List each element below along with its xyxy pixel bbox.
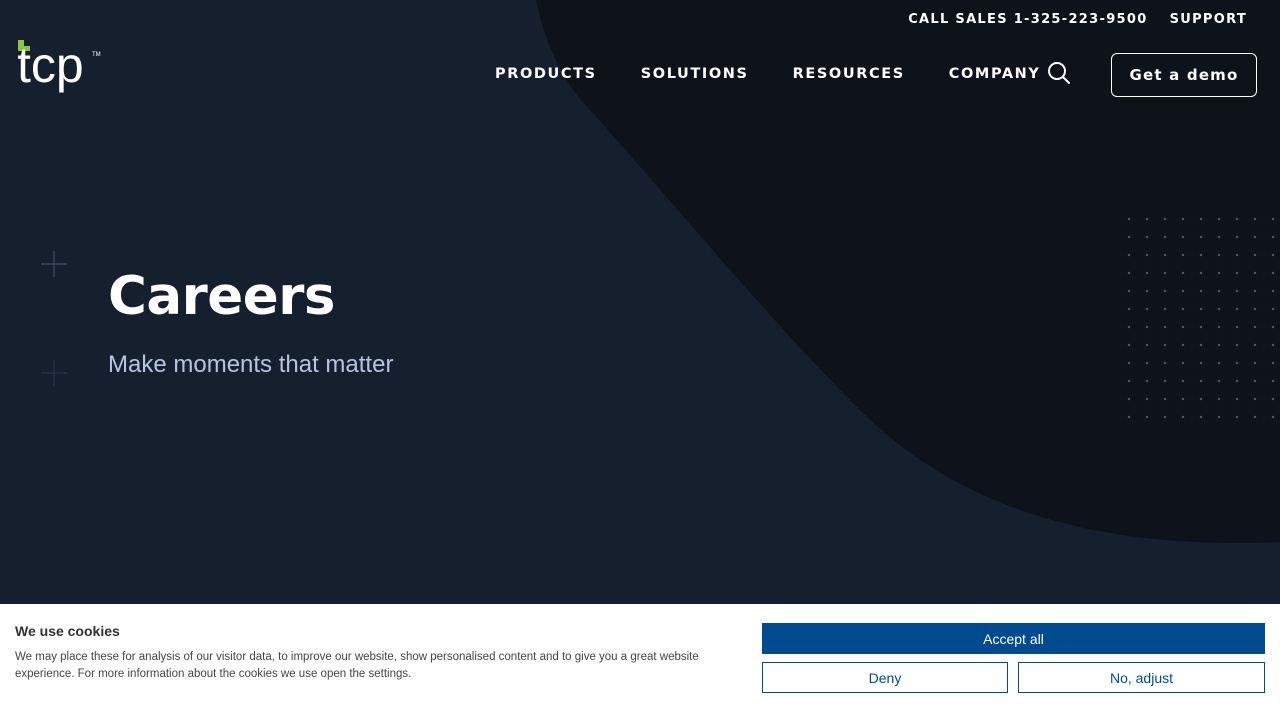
tcp-logo[interactable]: tcp TM xyxy=(18,40,108,100)
get-demo-button[interactable]: Get a demo xyxy=(1111,53,1257,97)
accept-all-button[interactable]: Accept all xyxy=(762,623,1265,654)
utility-nav: CALL SALES 1-325-223-9500 SUPPORT xyxy=(908,12,1247,27)
nav-item-solutions[interactable]: SOLUTIONS xyxy=(641,66,749,82)
nav-item-products[interactable]: PRODUCTS xyxy=(495,66,597,82)
cookie-banner: We use cookies We may place these for an… xyxy=(0,604,1280,720)
call-sales-link[interactable]: CALL SALES 1-325-223-9500 xyxy=(908,12,1147,27)
svg-text:tcp: tcp xyxy=(18,40,84,93)
nav-item-resources[interactable]: RESOURCES xyxy=(793,66,905,82)
page-title: Careers xyxy=(108,266,335,327)
search-icon[interactable] xyxy=(1046,60,1072,86)
svg-text:TM: TM xyxy=(92,52,101,58)
cookie-title: We use cookies xyxy=(15,623,120,639)
plus-decoration-icon xyxy=(41,360,67,386)
dot-grid-decoration xyxy=(1120,210,1280,432)
nav-item-company[interactable]: COMPANY xyxy=(949,66,1041,82)
support-link[interactable]: SUPPORT xyxy=(1170,12,1247,27)
deny-button[interactable]: Deny xyxy=(762,662,1008,693)
main-nav: PRODUCTS SOLUTIONS RESOURCES COMPANY xyxy=(495,66,1085,82)
page-subtitle: Make moments that matter xyxy=(108,351,394,378)
plus-decoration-icon xyxy=(41,251,67,277)
cookie-text: We may place these for analysis of our v… xyxy=(15,651,699,680)
adjust-button[interactable]: No, adjust xyxy=(1018,662,1265,693)
